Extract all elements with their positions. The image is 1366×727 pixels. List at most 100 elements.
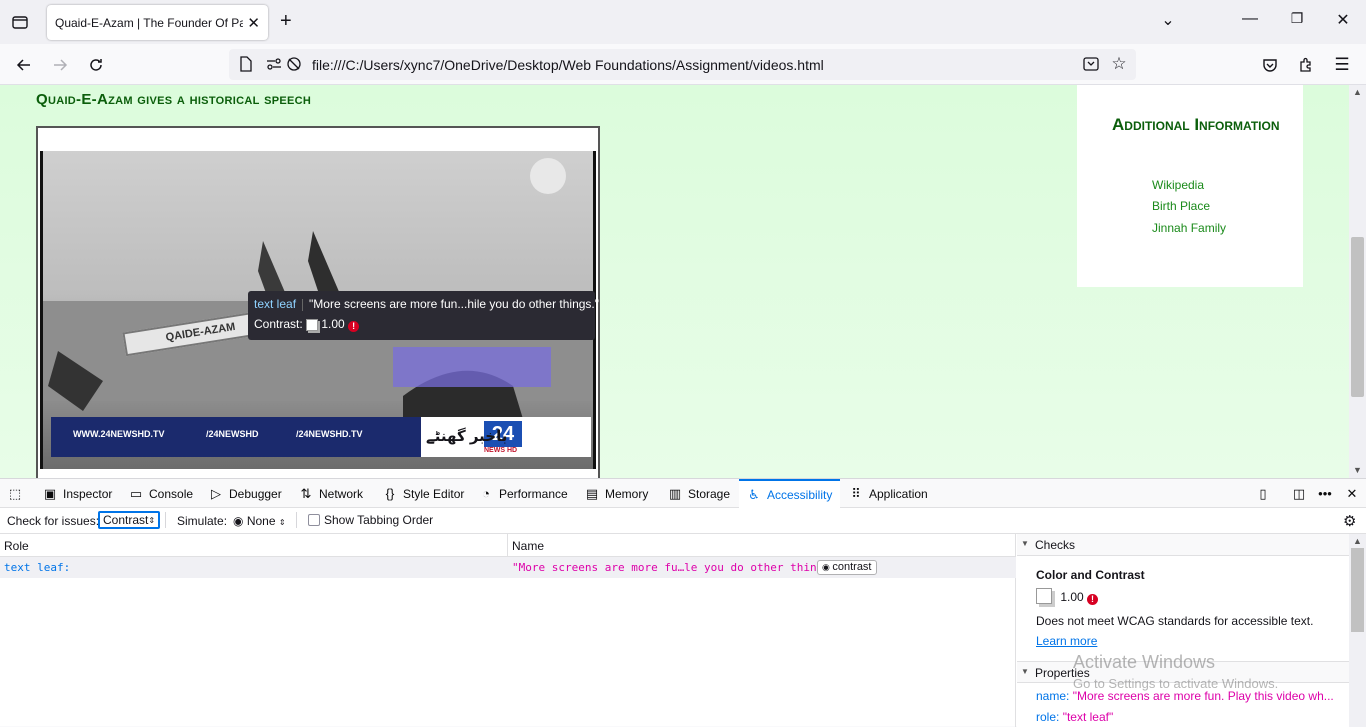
scroll-up-icon[interactable]: ▲	[1353, 87, 1362, 97]
learn-more-link[interactable]: Learn more	[1036, 634, 1097, 648]
windows-watermark-title: Activate Windows	[1073, 652, 1216, 672]
network-icon: ⇅	[300, 485, 312, 501]
url-bar[interactable]: file:///C:/Users/xync7/OneDrive/Desktop/…	[229, 49, 1136, 80]
tab-memory[interactable]: ▤ Memory	[585, 479, 649, 508]
tabbing-order-toggle[interactable]: Show Tabbing Order	[308, 513, 433, 527]
window-close-icon[interactable]: ✕	[1331, 10, 1355, 30]
contrast-swatch-icon	[1036, 588, 1052, 604]
link-birth-place[interactable]: Birth Place	[1152, 199, 1210, 213]
minimize-icon[interactable]: —	[1238, 10, 1262, 28]
more-options-icon[interactable]: •••	[1318, 479, 1332, 508]
link-jinnah-family[interactable]: Jinnah Family	[1152, 221, 1226, 235]
accessibility-tree: Role Name text leaf: "More screens are m…	[0, 534, 1016, 727]
a11y-highlight-overlay	[393, 347, 551, 387]
toolbar-divider	[165, 512, 166, 528]
tab-accessibility[interactable]: ♿ Accessibility	[739, 479, 841, 508]
storage-icon: ▥	[668, 485, 682, 501]
news-facebook-text: /24NEWSHD.TV	[296, 429, 363, 439]
menu-icon[interactable]: ☰	[1331, 54, 1353, 76]
news-ticker: WWW.24NEWSHD.TV /24NEWSHD /24NEWSHD.TV 2…	[51, 417, 591, 457]
tabbing-order-checkbox[interactable]	[308, 514, 320, 526]
urdu-tag: باخبر گھنٹے	[426, 428, 508, 445]
navigation-bar: file:///C:/Users/xync7/OneDrive/Desktop/…	[0, 44, 1366, 85]
tab-performance[interactable]: ◔ Performance	[479, 479, 568, 508]
property-role: role: "text leaf"	[1036, 710, 1114, 724]
tooltip-name: "More screens are more fun...hile you do…	[309, 297, 600, 311]
page-scrollbar[interactable]: ▲ ▼	[1349, 85, 1366, 478]
tracking-protection-icon[interactable]	[283, 53, 305, 75]
page-icon[interactable]	[235, 53, 257, 75]
permissions-icon[interactable]	[263, 53, 285, 75]
page-content: Quaid-E-Azam gives a historical speech Q…	[0, 85, 1349, 478]
tooltip-contrast-label: Contrast:	[254, 317, 303, 331]
page-scrollbar-thumb[interactable]	[1351, 237, 1364, 397]
tab-inspector[interactable]: ▣ Inspector	[43, 479, 113, 508]
warning-icon: ◉	[822, 562, 833, 572]
check-issues-label: Check for issues:	[7, 514, 100, 528]
col-role: Role	[4, 539, 29, 553]
accessibility-icon: ♿	[748, 486, 760, 502]
tab-application[interactable]: ⠿ Application	[849, 479, 927, 508]
tooltip-separator	[302, 298, 304, 311]
pocket-icon[interactable]	[1259, 54, 1281, 76]
simulate-select[interactable]: ◉ None ⇕	[233, 514, 286, 528]
tab-network[interactable]: ⇅ Network	[299, 479, 363, 508]
sidebar-title: Additional Information	[1112, 115, 1280, 134]
tab-debugger[interactable]: ▷ Debugger	[209, 479, 282, 508]
windows-watermark-subtitle: Go to Settings to activate Windows.	[1073, 676, 1279, 691]
error-icon: !	[348, 321, 360, 332]
select-arrows-icon: ⇕	[148, 515, 156, 525]
sidebar-toggle-icon[interactable]: ▯	[1256, 479, 1270, 508]
settings-gear-icon[interactable]: ⚙	[1343, 512, 1356, 530]
simulate-label: Simulate:	[177, 514, 228, 528]
scroll-up-icon[interactable]: ▲	[1353, 536, 1362, 546]
new-tab-icon[interactable]: +	[280, 10, 292, 33]
tab-style-editor[interactable]: {} Style Editor	[383, 479, 465, 508]
check-issues-select[interactable]: Contrast ⇕	[98, 511, 160, 529]
browser-tab[interactable]: Quaid-E-Azam | The Founder Of Pakistan ✕	[47, 5, 268, 40]
accessibility-tooltip: text leaf "More screens are more fun...hi…	[248, 291, 599, 340]
inspector-icon: ▣	[43, 485, 57, 501]
restore-icon[interactable]: ❐	[1285, 10, 1309, 27]
sidebar-scrollbar-thumb[interactable]	[1351, 548, 1364, 632]
tab-storage[interactable]: ▥ Storage	[668, 479, 730, 508]
devtools-close-icon[interactable]: ✕	[1345, 479, 1359, 508]
news-twitter-text: /24NEWSHD	[206, 429, 259, 439]
style-editor-icon: {}	[385, 486, 395, 501]
dock-side-icon[interactable]: ◫	[1292, 479, 1306, 508]
tooltip-role: text leaf	[254, 297, 297, 311]
tab-strip: Quaid-E-Azam | The Founder Of Pakistan ✕…	[0, 0, 1366, 44]
memory-icon: ▤	[585, 485, 599, 501]
additional-info-panel: Additional Information Wikipedia Birth P…	[1077, 85, 1303, 287]
url-text: file:///C:/Users/xync7/OneDrive/Desktop/…	[312, 57, 824, 73]
col-divider	[507, 534, 508, 557]
tab-title: Quaid-E-Azam | The Founder Of Pakistan	[55, 15, 243, 30]
channel-branding: 24 NEWS HD باخبر گھنٹے	[421, 417, 591, 457]
reader-view-icon[interactable]	[1080, 53, 1102, 75]
back-icon[interactable]	[13, 54, 35, 76]
scroll-down-icon[interactable]: ▼	[1353, 465, 1362, 475]
tab-console[interactable]: ▭ Console	[129, 479, 193, 508]
contrast-badge[interactable]: ◉ contrast	[817, 560, 877, 575]
close-icon[interactable]: ✕	[247, 14, 260, 32]
property-name: name: "More screens are more fun. Play t…	[1036, 689, 1334, 703]
tree-header: Role Name	[0, 534, 1016, 557]
forward-icon[interactable]	[49, 54, 71, 76]
tab-overflow-chevron-icon[interactable]: ⌄	[1156, 10, 1180, 30]
element-picker-icon[interactable]: ⬚	[8, 479, 22, 508]
reload-icon[interactable]	[85, 54, 107, 76]
tree-row[interactable]: text leaf: "More screens are more fu…le …	[0, 557, 1016, 578]
check-title: Color and Contrast	[1036, 568, 1145, 582]
tab-list-icon[interactable]	[9, 11, 31, 33]
accessibility-sidebar: Checks Color and Contrast 1.00 ! Does no…	[1017, 534, 1349, 727]
link-wikipedia[interactable]: Wikipedia	[1152, 178, 1204, 192]
devtools-tab-bar: ⬚ ▣ Inspector ▭ Console ▷ Debugger ⇅ Network…	[0, 479, 1366, 508]
sidebar-scrollbar[interactable]: ▲	[1349, 534, 1366, 727]
bookmark-star-icon[interactable]: ☆	[1108, 53, 1130, 75]
performance-icon: ◔	[482, 486, 490, 501]
extensions-icon[interactable]	[1295, 54, 1317, 76]
toolbar-divider	[296, 512, 297, 528]
check-message: Does not meet WCAG standards for accessi…	[1036, 614, 1314, 628]
checks-header[interactable]: Checks	[1017, 534, 1349, 556]
check-contrast-row: 1.00 !	[1036, 588, 1099, 605]
